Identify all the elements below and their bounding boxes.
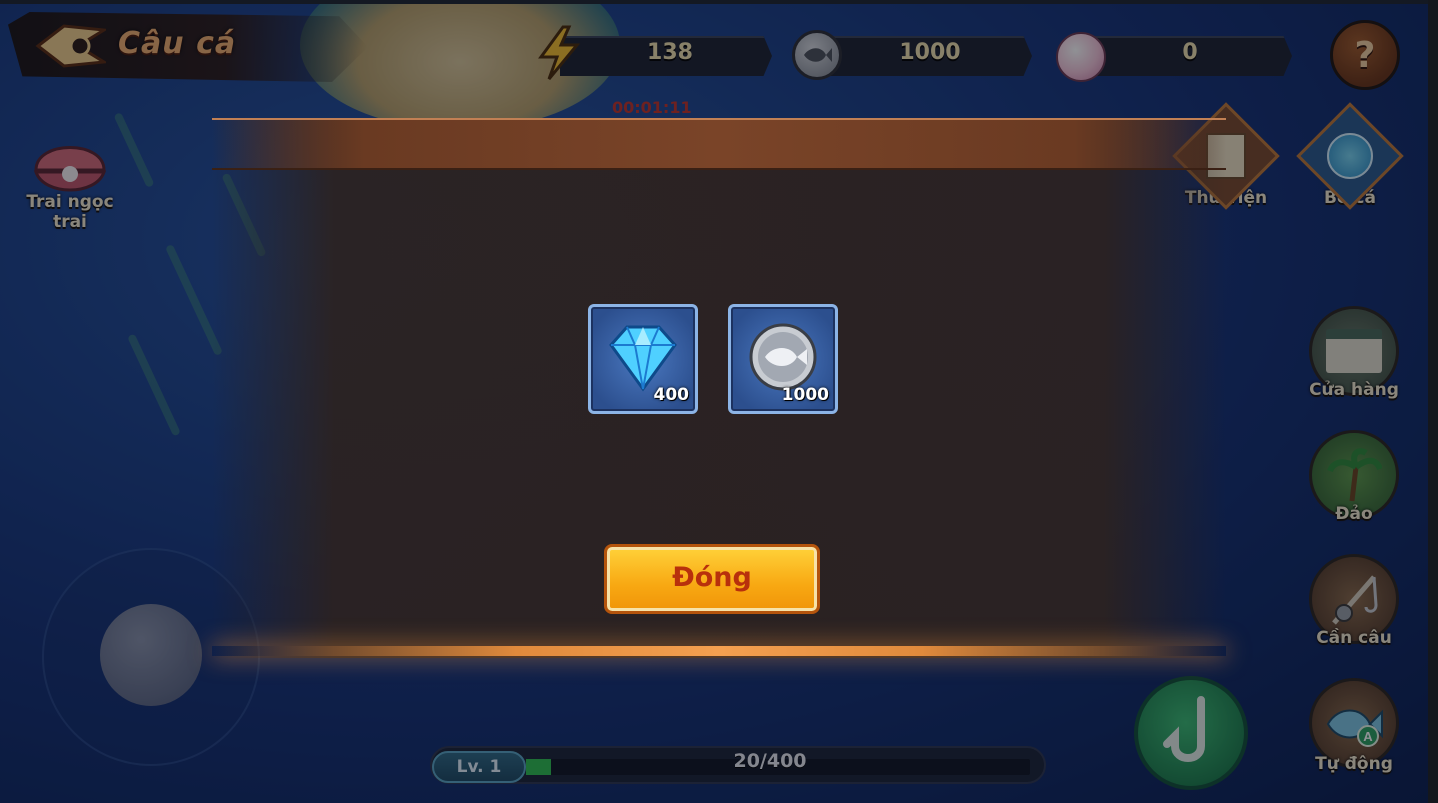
reward-item-coin[interactable]: 1000 [728,304,838,414]
reward-dialog-footer-glow [212,646,1226,656]
reward-count: 1000 [781,385,829,405]
close-button[interactable]: Đóng [604,544,820,614]
reward-count: 400 [653,385,690,405]
reward-item-diamond[interactable]: 400 [588,304,698,414]
reward-dialog-header [212,118,1226,170]
